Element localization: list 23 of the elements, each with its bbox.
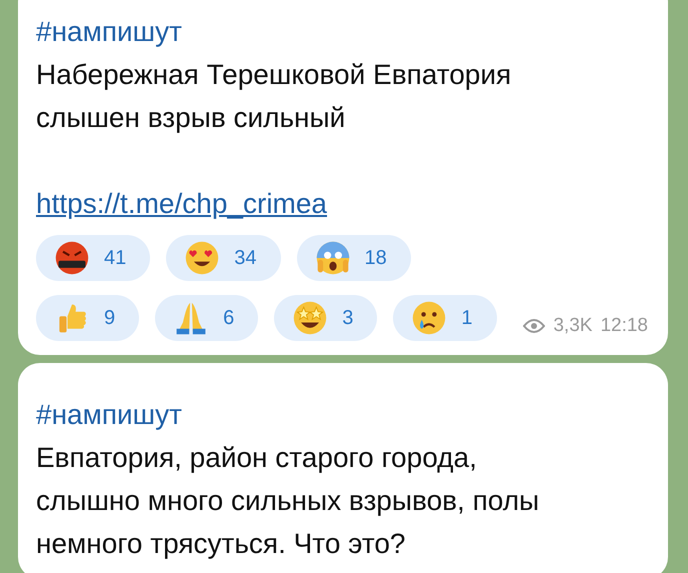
message-text-line: немного трясуться. Что это? (36, 527, 406, 561)
cursing-emoji-icon (54, 240, 90, 276)
crying-emoji-icon (411, 300, 448, 336)
message-text-line: Набережная Терешковой Евпатория (36, 58, 512, 92)
eye-icon (523, 319, 546, 333)
heart-eyes-emoji-icon (184, 240, 220, 276)
reaction-button[interactable]: 41 (36, 235, 150, 281)
hashtag-link[interactable]: #нампишут (36, 393, 648, 436)
message-time: 12:18 (600, 315, 648, 337)
message-text-line: слышно много сильных взрывов, полы (36, 484, 540, 518)
message-text-line: слышен взрыв сильный (36, 101, 346, 135)
scream-emoji-icon (314, 240, 350, 276)
message-link[interactable]: https://t.me/chp_crimea (36, 182, 328, 225)
reaction-button[interactable]: 34 (166, 235, 280, 281)
reaction-button[interactable]: 3 (274, 295, 378, 341)
reaction-button[interactable]: 1 (393, 295, 496, 341)
message-text-line: Евпатория, район старого города, (36, 441, 478, 475)
reaction-button[interactable]: 18 (296, 235, 411, 281)
hashtag-link[interactable]: #нампишут (36, 10, 648, 53)
reaction-button[interactable]: 6 (155, 295, 258, 341)
star-struck-emoji-icon (292, 300, 328, 336)
view-count: 3,3K (553, 315, 592, 337)
reaction-button[interactable]: 9 (36, 295, 140, 341)
